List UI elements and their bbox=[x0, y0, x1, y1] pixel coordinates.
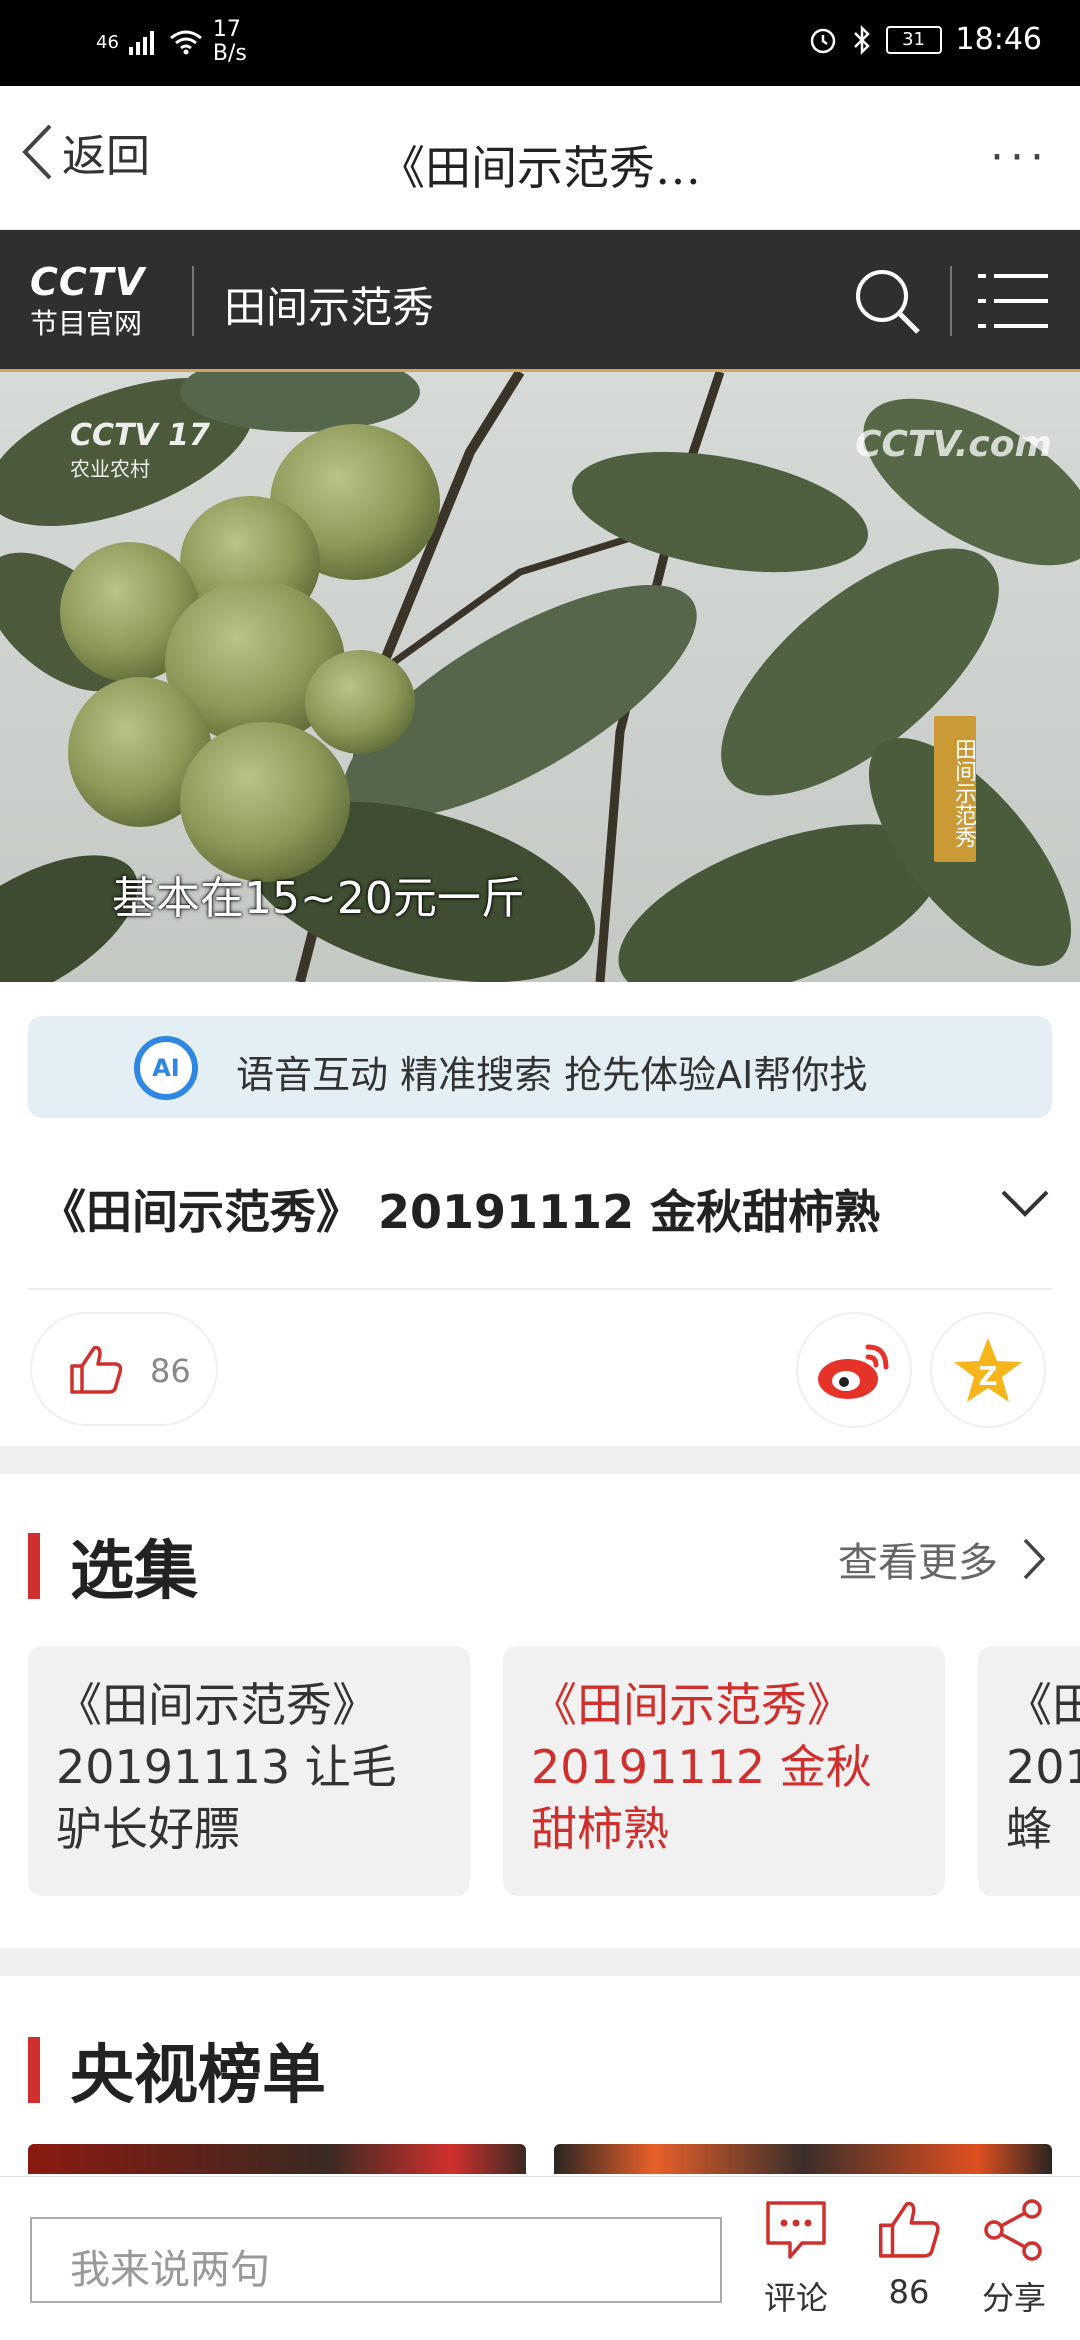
channel-watermark: CCTV 17 农业农村 bbox=[70, 418, 210, 481]
clock: 18:46 bbox=[955, 22, 1042, 57]
qzone-share-button[interactable]: Z bbox=[930, 1312, 1046, 1428]
video-player[interactable]: CCTV 17 农业农村 CCTV.com 田间示范秀 基本在15~20元一斤 bbox=[0, 372, 1080, 982]
program-title: 田间示范秀 bbox=[224, 283, 435, 332]
chevron-right-icon bbox=[1023, 1538, 1046, 1580]
episode-title: 《田间示范秀》 20191112 金秋甜柿熟 bbox=[40, 1185, 881, 1239]
section-accent-bar bbox=[28, 2037, 40, 2103]
see-more-link[interactable]: 查看更多 bbox=[838, 1530, 1046, 1588]
thumbs-up-icon bbox=[70, 1345, 123, 1394]
status-bar: 46 17 B/s 31 18:46 bbox=[0, 0, 1080, 86]
chevron-down-icon[interactable] bbox=[1000, 1188, 1050, 1218]
battery-indicator: 31 bbox=[885, 25, 942, 54]
site-header: CCTV 节目官网 田间示范秀 bbox=[0, 230, 1080, 372]
comment-icon bbox=[766, 2201, 826, 2259]
episode-card[interactable]: 《田 201 蜂 bbox=[978, 1646, 1080, 1896]
episodes-section-header: 选集 bbox=[28, 1520, 198, 1612]
page-title: 《田间示范秀… bbox=[379, 141, 701, 195]
ranking-thumbnail[interactable] bbox=[28, 2144, 526, 2174]
search-icon[interactable] bbox=[852, 266, 922, 336]
like-button[interactable]: 86 bbox=[30, 1312, 218, 1426]
comment-button[interactable]: 评论 bbox=[764, 2199, 828, 2319]
more-menu-button[interactable]: ··· bbox=[990, 132, 1050, 183]
bluetooth-icon bbox=[853, 24, 870, 55]
episode-card[interactable]: 《田间示范秀》 20191113 让毛 驴长好膘 bbox=[28, 1646, 470, 1896]
cctv-logo[interactable]: CCTV 节目官网 bbox=[30, 260, 145, 342]
section-title: 央视榜单 bbox=[70, 2039, 326, 2113]
header-divider bbox=[950, 266, 952, 336]
ai-search-icon: AI bbox=[134, 1036, 198, 1100]
section-separator bbox=[0, 1948, 1080, 1976]
ai-banner-text: 语音互动 精准搜索 抢先体验AI帮你找 bbox=[236, 1053, 868, 1097]
bottom-like-count: 86 bbox=[888, 2273, 930, 2311]
program-side-tag: 田间示范秀 bbox=[934, 716, 976, 862]
thumbs-up-icon bbox=[878, 2201, 940, 2258]
wifi-icon bbox=[169, 30, 202, 55]
svg-text:Z: Z bbox=[979, 1362, 998, 1392]
weibo-share-button[interactable] bbox=[796, 1312, 912, 1428]
signal-indicator: 46 bbox=[96, 31, 119, 53]
bottom-like-button[interactable]: 86 bbox=[876, 2199, 942, 2311]
divider bbox=[28, 1288, 1052, 1290]
bottom-bar: 我来说两句 评论 86 分享 bbox=[0, 2176, 1080, 2340]
comment-input[interactable]: 我来说两句 bbox=[30, 2217, 722, 2303]
header-divider bbox=[192, 266, 194, 336]
weibo-icon bbox=[818, 1344, 889, 1399]
alarm-icon bbox=[810, 28, 835, 53]
comment-label: 评论 bbox=[764, 2279, 829, 2317]
share-label: 分享 bbox=[982, 2279, 1047, 2317]
video-subtitle: 基本在15~20元一斤 bbox=[112, 873, 525, 924]
section-separator bbox=[0, 1446, 1080, 1474]
share-button[interactable]: 分享 bbox=[982, 2199, 1046, 2319]
signal-icon bbox=[128, 31, 154, 55]
menu-icon[interactable] bbox=[978, 268, 1048, 334]
like-count: 86 bbox=[150, 1352, 191, 1390]
app-bar: 返回 《田间示范秀… ··· bbox=[0, 86, 1080, 230]
net-speed: 17 B/s bbox=[212, 17, 247, 66]
share-icon bbox=[984, 2199, 1042, 2261]
qzone-star-icon: Z bbox=[954, 1338, 1022, 1402]
ai-search-banner[interactable]: AI 语音互动 精准搜索 抢先体验AI帮你找 bbox=[28, 1016, 1052, 1118]
section-title: 选集 bbox=[70, 1535, 198, 1609]
episode-card-active[interactable]: 《田间示范秀》 20191112 金秋 甜柿熟 bbox=[503, 1646, 945, 1896]
section-accent-bar bbox=[28, 1533, 40, 1599]
ranking-thumbnail[interactable] bbox=[554, 2144, 1052, 2174]
site-watermark: CCTV.com bbox=[855, 424, 1052, 465]
ranking-section-header: 央视榜单 bbox=[28, 2024, 326, 2116]
